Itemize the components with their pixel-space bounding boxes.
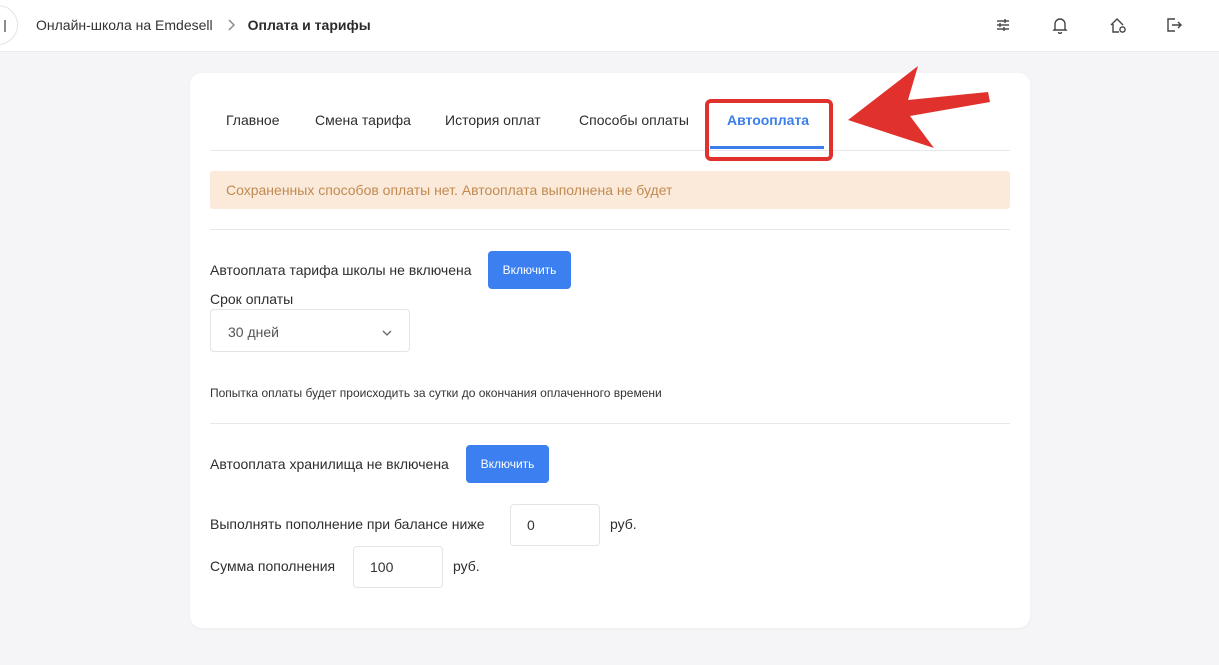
- divider: [210, 229, 1010, 230]
- breadcrumb: Онлайн-школа на Emdesell Оплата и тарифы: [36, 17, 371, 33]
- home-settings-icon[interactable]: [1107, 14, 1129, 36]
- logout-icon[interactable]: [1163, 14, 1185, 36]
- threshold-label: Выполнять пополнение при балансе ниже: [210, 516, 485, 532]
- threshold-input[interactable]: [510, 504, 600, 546]
- enable-storage-autopay-button[interactable]: Включить: [466, 445, 549, 483]
- bell-icon[interactable]: [1049, 14, 1071, 36]
- tariff-autopay-status: Автооплата тарифа школы не включена: [210, 262, 472, 278]
- chevron-down-icon: [382, 325, 392, 343]
- amount-unit: руб.: [453, 558, 480, 574]
- payment-period-value: 30 дней: [228, 324, 279, 340]
- tab-payment-methods[interactable]: Способы оплаты: [579, 112, 689, 128]
- tab-main[interactable]: Главное: [226, 112, 280, 128]
- menu-icon: [4, 20, 6, 32]
- chevron-right-icon: [227, 19, 235, 31]
- storage-autopay-status: Автооплата хранилища не включена: [210, 456, 449, 472]
- menu-toggle-button[interactable]: [0, 5, 18, 45]
- payment-period-select[interactable]: 30 дней: [210, 309, 410, 352]
- annotation-arrow-icon: [848, 66, 990, 148]
- annotation-highlight-box: [705, 99, 833, 161]
- threshold-unit: руб.: [610, 516, 637, 532]
- autopay-timing-note: Попытка оплаты будет происходить за сутк…: [210, 386, 662, 400]
- no-payment-methods-alert: Сохраненных способов оплаты нет. Автоопл…: [210, 171, 1010, 209]
- tab-change-tariff[interactable]: Смена тарифа: [315, 112, 411, 128]
- divider: [210, 423, 1010, 424]
- payment-period-label: Срок оплаты: [210, 291, 294, 307]
- amount-input[interactable]: [353, 546, 443, 588]
- top-bar: Онлайн-школа на Emdesell Оплата и тарифы: [0, 0, 1219, 52]
- sliders-icon[interactable]: [992, 14, 1014, 36]
- tab-payment-history[interactable]: История оплат: [445, 112, 541, 128]
- breadcrumb-root-link[interactable]: Онлайн-школа на Emdesell: [36, 17, 213, 33]
- amount-label: Сумма пополнения: [210, 558, 336, 574]
- enable-tariff-autopay-button[interactable]: Включить: [488, 251, 571, 289]
- breadcrumb-current: Оплата и тарифы: [247, 17, 371, 33]
- autopay-card: Главное Смена тарифа История оплат Спосо…: [190, 73, 1030, 628]
